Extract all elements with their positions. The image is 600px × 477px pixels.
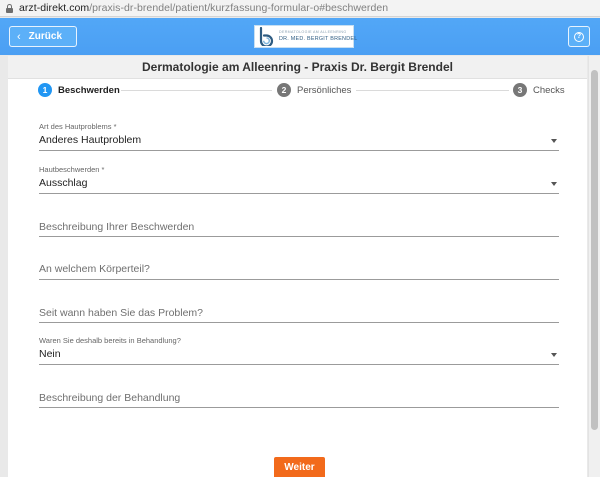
field-underline <box>39 364 559 365</box>
field-underline <box>39 150 559 151</box>
browser-url-bar[interactable]: arzt-direkt.com/praxis-dr-brendel/patien… <box>0 0 600 17</box>
skin-problem-select[interactable]: Art des Hautproblems * Anderes Hautprobl… <box>39 122 559 152</box>
stepper: 1 Beschwerden 2 Persönliches 3 Checks <box>8 82 587 98</box>
help-icon: ? <box>574 31 584 42</box>
card-title-bar: Dermatologie am Alleenring - Praxis Dr. … <box>8 56 587 79</box>
form-card: Dermatologie am Alleenring - Praxis Dr. … <box>8 56 587 477</box>
step-checks[interactable]: 3 Checks <box>513 82 565 98</box>
field-underline <box>39 236 559 237</box>
since-when-input[interactable]: Seit wann haben Sie das Problem? <box>39 307 559 325</box>
back-button-label: Zurück <box>28 31 63 42</box>
treatment-description-placeholder: Beschreibung der Behandlung <box>39 392 181 404</box>
step-beschwerden[interactable]: 1 Beschwerden <box>38 82 120 98</box>
practice-logo: DERMATOLOGIE AM ALLEENRING DR. MED. BERG… <box>254 25 358 48</box>
chevron-left-icon: ‹ <box>17 30 21 43</box>
logo-subtitle: DERMATOLOGIE AM ALLEENRING <box>279 30 347 34</box>
page-title: Dermatologie am Alleenring - Praxis Dr. … <box>142 60 453 74</box>
url-path: /praxis-dr-brendel/patient/kurzfassung-f… <box>89 2 389 14</box>
skin-problem-value: Anderes Hautproblem <box>39 134 142 146</box>
treated-label: Waren Sie deshalb bereits in Behandlung? <box>39 336 181 345</box>
back-button[interactable]: ‹ Zurück <box>9 26 77 47</box>
field-underline <box>39 193 559 194</box>
treated-value: Nein <box>39 348 61 360</box>
skin-complaint-select[interactable]: Hautbeschwerden * Ausschlag <box>39 165 559 195</box>
skin-complaint-label: Hautbeschwerden * <box>39 165 105 174</box>
field-underline <box>39 322 559 323</box>
dropdown-arrow-icon[interactable] <box>551 182 557 186</box>
logo-mark-icon <box>259 27 274 46</box>
step-number: 3 <box>513 83 527 97</box>
next-button[interactable]: Weiter <box>274 457 325 477</box>
url-text[interactable]: arzt-direkt.com/praxis-dr-brendel/patien… <box>19 2 388 14</box>
since-when-placeholder: Seit wann haben Sie das Problem? <box>39 307 204 319</box>
step-connector <box>356 90 509 91</box>
skin-complaint-value: Ausschlag <box>39 177 88 189</box>
treated-select[interactable]: Waren Sie deshalb bereits in Behandlung?… <box>39 336 559 366</box>
logo-text: DERMATOLOGIE AM ALLEENRING DR. MED. BERG… <box>279 30 358 42</box>
scrollbar-track[interactable] <box>588 56 600 477</box>
url-host: arzt-direkt.com <box>19 2 90 14</box>
description-placeholder: Beschreibung Ihrer Beschwerden <box>39 221 195 233</box>
dropdown-arrow-icon[interactable] <box>551 353 557 357</box>
step-connector <box>121 90 272 91</box>
step-number: 1 <box>38 83 52 97</box>
help-button[interactable]: ? <box>568 26 590 47</box>
field-underline <box>39 407 559 408</box>
field-underline <box>39 279 559 280</box>
step-label: Checks <box>533 84 565 96</box>
scrollbar-thumb[interactable] <box>591 70 598 430</box>
step-persoenliches[interactable]: 2 Persönliches <box>277 82 351 98</box>
body-part-placeholder: An welchem Körperteil? <box>39 263 150 275</box>
body-part-input[interactable]: An welchem Körperteil? <box>39 263 559 281</box>
description-input[interactable]: Beschreibung Ihrer Beschwerden <box>39 221 559 239</box>
logo-name: DR. MED. BERGIT BRENDEL <box>279 35 358 42</box>
skin-problem-label: Art des Hautproblems * <box>39 122 117 131</box>
step-label: Beschwerden <box>58 84 120 96</box>
lock-icon <box>6 3 13 13</box>
treatment-description-input[interactable]: Beschreibung der Behandlung <box>39 392 559 410</box>
step-number: 2 <box>277 83 291 97</box>
step-label: Persönliches <box>297 84 352 96</box>
dropdown-arrow-icon[interactable] <box>551 139 557 143</box>
